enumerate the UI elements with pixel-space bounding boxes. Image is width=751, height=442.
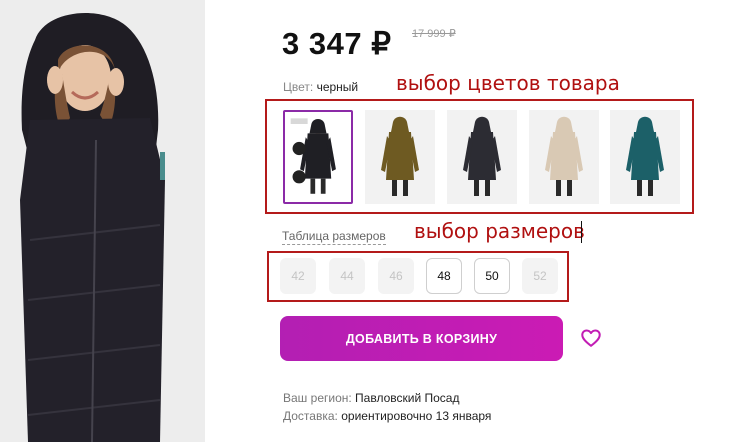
- color-thumbnail-2[interactable]: [365, 110, 435, 204]
- text-cursor: [581, 221, 582, 243]
- size-option-42: 42: [280, 258, 316, 294]
- coat-thumbnail-graphic: [529, 110, 599, 204]
- delivery-line: Доставка: ориентировочно 13 января: [283, 409, 491, 423]
- color-value: черный: [316, 80, 359, 94]
- color-thumbnail-4[interactable]: [529, 110, 599, 204]
- current-price: 3 347 ₽: [282, 26, 392, 61]
- heart-outline-icon[interactable]: [580, 327, 602, 349]
- color-thumbnail-5[interactable]: [610, 110, 680, 204]
- size-option-48[interactable]: 48: [426, 258, 462, 294]
- color-thumbnail-1[interactable]: [283, 110, 353, 204]
- delivery-label: Доставка:: [283, 409, 338, 423]
- size-option-52: 52: [522, 258, 558, 294]
- size-option-44: 44: [329, 258, 365, 294]
- annotation-color-selection: выбор цветов товара: [396, 71, 620, 95]
- coat-thumbnail-graphic: [447, 110, 517, 204]
- size-option-50[interactable]: 50: [474, 258, 510, 294]
- region-line: Ваш регион: Павловский Посад: [283, 391, 459, 405]
- annotation-size-selection: выбор размеров: [414, 219, 585, 243]
- coat-thumbnail-graphic: [365, 110, 435, 204]
- region-value[interactable]: Павловский Посад: [355, 391, 459, 405]
- product-photo: [0, 0, 205, 442]
- old-price: 17 999 ₽: [412, 28, 456, 40]
- color-line: Цвет: черный: [283, 80, 358, 94]
- color-thumbnail-3[interactable]: [447, 110, 517, 204]
- coat-thumbnail-graphic: [610, 110, 680, 204]
- size-option-46: 46: [378, 258, 414, 294]
- add-to-cart-button[interactable]: ДОБАВИТЬ В КОРЗИНУ: [280, 316, 563, 361]
- color-label: Цвет:: [283, 80, 314, 94]
- coat-thumbnail-graphic: [285, 112, 351, 202]
- size-table-link[interactable]: Таблица размеров: [282, 229, 386, 245]
- region-label: Ваш регион:: [283, 391, 352, 405]
- delivery-value: ориентировочно 13 января: [341, 409, 492, 423]
